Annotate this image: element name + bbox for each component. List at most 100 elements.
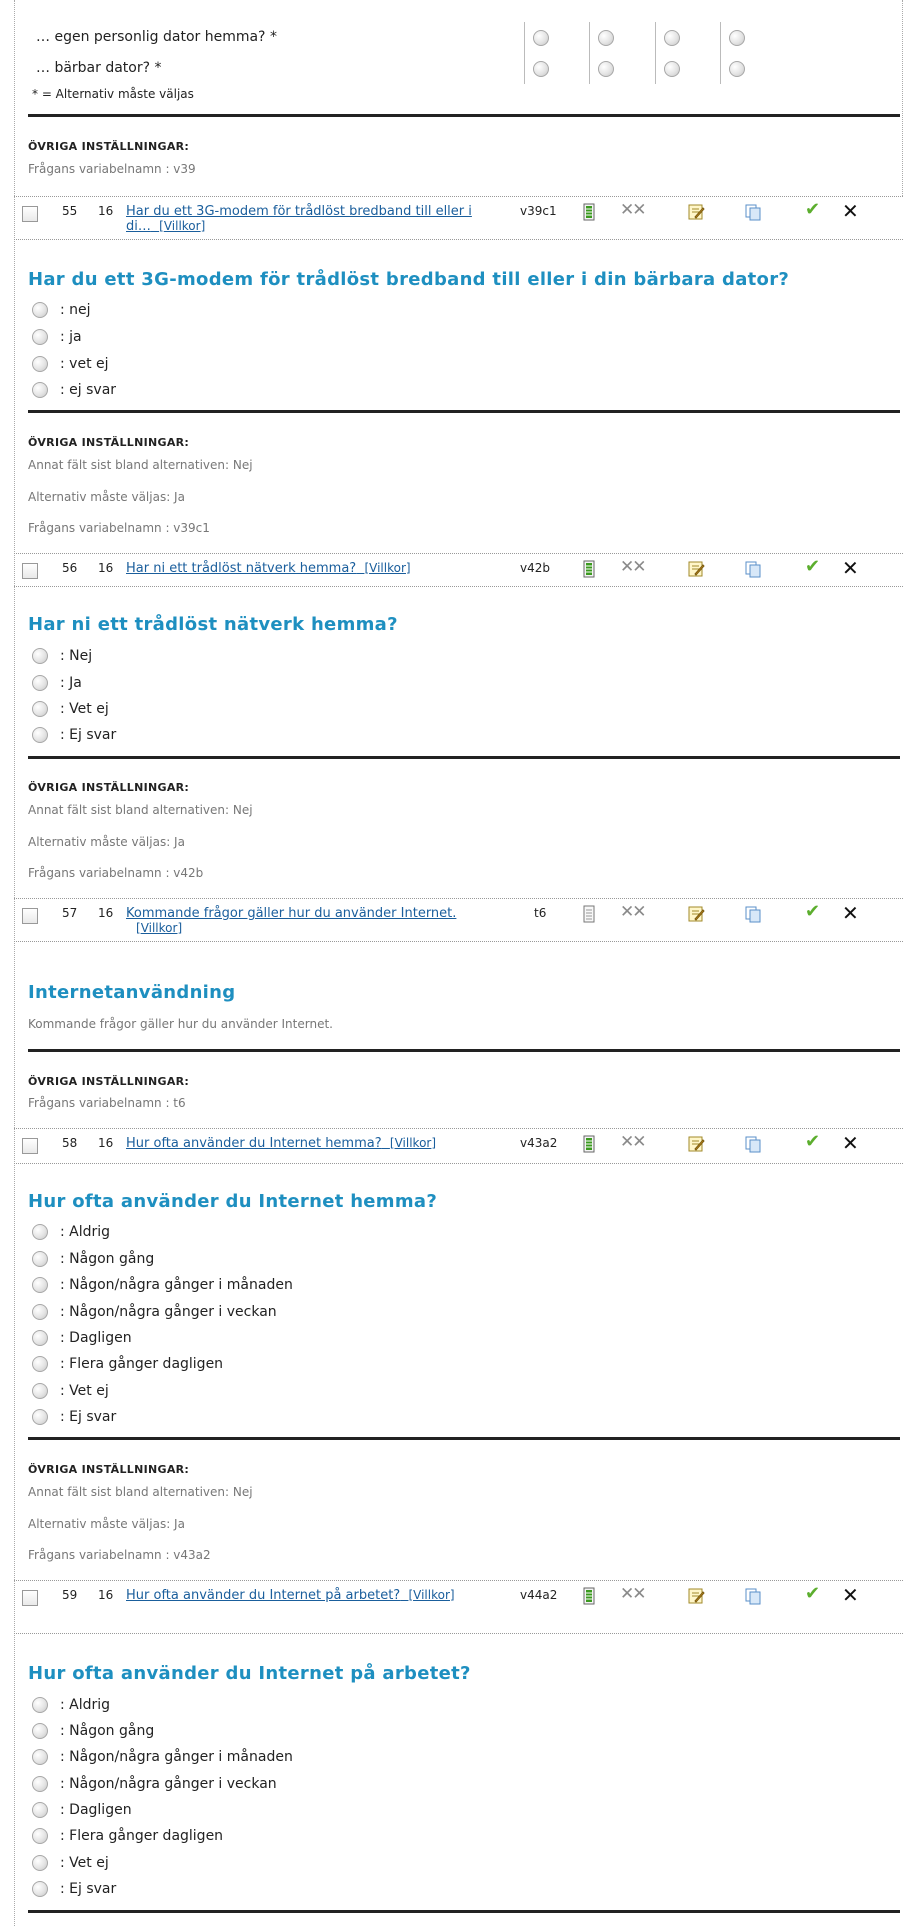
delete-answers-icon[interactable]: ✕✕ <box>620 1584 646 1604</box>
setting-text: Alternativ måste väljas: Ja <box>28 490 185 504</box>
delete-icon[interactable]: ✕ <box>842 556 859 580</box>
matrix-divider <box>720 22 721 84</box>
radio-button[interactable] <box>32 382 48 398</box>
approve-icon[interactable]: ✔ <box>805 1583 820 1604</box>
matrix-radio[interactable] <box>664 30 680 46</box>
delete-answers-icon[interactable]: ✕✕ <box>620 1132 646 1152</box>
copy-icon[interactable] <box>744 203 762 221</box>
divider <box>28 1910 900 1913</box>
section-number: 16 <box>98 204 114 218</box>
delete-icon[interactable]: ✕ <box>842 1131 859 1155</box>
edit-icon[interactable] <box>687 203 705 221</box>
variable-name: Frågans variabelnamn : v39c1 <box>28 521 210 535</box>
radio-button[interactable] <box>32 1304 48 1320</box>
setting-text: Alternativ måste väljas: Ja <box>28 1517 185 1531</box>
copy-icon[interactable] <box>744 1587 762 1605</box>
question-type-icon[interactable] <box>580 1587 598 1605</box>
radio-button[interactable] <box>32 1224 48 1240</box>
select-checkbox[interactable] <box>22 563 38 579</box>
question-link[interactable]: Har du ett 3G-modem för trådlöst bredban… <box>126 204 472 234</box>
dotted-separator <box>14 898 903 899</box>
villkor-link[interactable]: Villkor <box>395 1136 432 1150</box>
radio-button[interactable] <box>32 648 48 664</box>
approve-icon[interactable]: ✔ <box>805 199 820 220</box>
matrix-radio[interactable] <box>598 61 614 77</box>
radio-button[interactable] <box>32 302 48 318</box>
dotted-separator <box>14 1128 903 1129</box>
delete-answers-icon[interactable]: ✕✕ <box>620 200 646 220</box>
question-link[interactable]: Kommande frågor gäller hur du använder I… <box>126 906 456 936</box>
setting-text: Annat fält sist bland alternativen: Nej <box>28 1485 253 1499</box>
edit-icon[interactable] <box>687 1135 705 1153</box>
radio-button[interactable] <box>32 1723 48 1739</box>
question-type-icon[interactable] <box>580 1135 598 1153</box>
matrix-radio[interactable] <box>598 30 614 46</box>
question-link[interactable]: Hur ofta använder du Internet på arbetet… <box>126 1588 455 1603</box>
copy-icon[interactable] <box>744 560 762 578</box>
radio-button[interactable] <box>32 1697 48 1713</box>
variable-name: Frågans variabelnamn : v43a2 <box>28 1548 211 1562</box>
edit-icon[interactable] <box>687 1587 705 1605</box>
approve-icon[interactable]: ✔ <box>805 901 820 922</box>
block-description: Kommande frågor gäller hur du använder I… <box>28 1017 333 1031</box>
matrix-radio[interactable] <box>729 30 745 46</box>
dotted-separator <box>14 1163 903 1164</box>
radio-button[interactable] <box>32 1855 48 1871</box>
radio-button[interactable] <box>32 329 48 345</box>
copy-icon[interactable] <box>744 1135 762 1153</box>
radio-button[interactable] <box>32 1776 48 1792</box>
radio-button[interactable] <box>32 1749 48 1765</box>
radio-button[interactable] <box>32 1383 48 1399</box>
radio-button[interactable] <box>32 356 48 372</box>
divider <box>28 410 900 413</box>
edit-icon[interactable] <box>687 560 705 578</box>
radio-button[interactable] <box>32 1802 48 1818</box>
text-type-icon[interactable] <box>580 905 598 923</box>
radio-button[interactable] <box>32 727 48 743</box>
select-checkbox[interactable] <box>22 908 38 924</box>
question-type-icon[interactable] <box>580 203 598 221</box>
villkor-link[interactable]: Villkor <box>369 561 406 575</box>
matrix-divider <box>524 22 525 84</box>
edit-icon[interactable] <box>687 905 705 923</box>
matrix-radio[interactable] <box>533 61 549 77</box>
radio-button[interactable] <box>32 701 48 717</box>
radio-button[interactable] <box>32 1356 48 1372</box>
radio-button[interactable] <box>32 1277 48 1293</box>
dotted-separator <box>14 553 903 554</box>
dotted-separator <box>14 196 903 197</box>
delete-icon[interactable]: ✕ <box>842 901 859 925</box>
dotted-separator <box>14 586 903 587</box>
settings-heading: ÖVRIGA INSTÄLLNINGAR: <box>28 1075 190 1088</box>
radio-button[interactable] <box>32 1409 48 1425</box>
radio-button[interactable] <box>32 675 48 691</box>
divider <box>28 1437 900 1440</box>
approve-icon[interactable]: ✔ <box>805 1131 820 1152</box>
question-link[interactable]: Hur ofta använder du Internet hemma? [Vi… <box>126 1136 436 1151</box>
delete-answers-icon[interactable]: ✕✕ <box>620 557 646 577</box>
select-checkbox[interactable] <box>22 206 38 222</box>
delete-answers-icon[interactable]: ✕✕ <box>620 902 646 922</box>
delete-icon[interactable]: ✕ <box>842 1583 859 1607</box>
matrix-radio[interactable] <box>729 61 745 77</box>
delete-icon[interactable]: ✕ <box>842 199 859 223</box>
villkor-link[interactable]: Villkor <box>141 921 178 935</box>
matrix-radio[interactable] <box>664 61 680 77</box>
variable-code: v39c1 <box>520 204 557 218</box>
villkor-link[interactable]: Villkor <box>164 219 201 233</box>
radio-button[interactable] <box>32 1828 48 1844</box>
select-checkbox[interactable] <box>22 1138 38 1154</box>
question-link[interactable]: Har ni ett trådlöst nätverk hemma? [Vill… <box>126 561 411 576</box>
variable-code: t6 <box>534 906 547 920</box>
villkor-link[interactable]: Villkor <box>413 1588 450 1602</box>
radio-button[interactable] <box>32 1881 48 1897</box>
select-checkbox[interactable] <box>22 1590 38 1606</box>
matrix-radio[interactable] <box>533 30 549 46</box>
copy-icon[interactable] <box>744 905 762 923</box>
approve-icon[interactable]: ✔ <box>805 556 820 577</box>
radio-button[interactable] <box>32 1251 48 1267</box>
question-number: 59 <box>62 1588 78 1602</box>
setting-text: Annat fält sist bland alternativen: Nej <box>28 458 253 472</box>
radio-button[interactable] <box>32 1330 48 1346</box>
question-type-icon[interactable] <box>580 560 598 578</box>
